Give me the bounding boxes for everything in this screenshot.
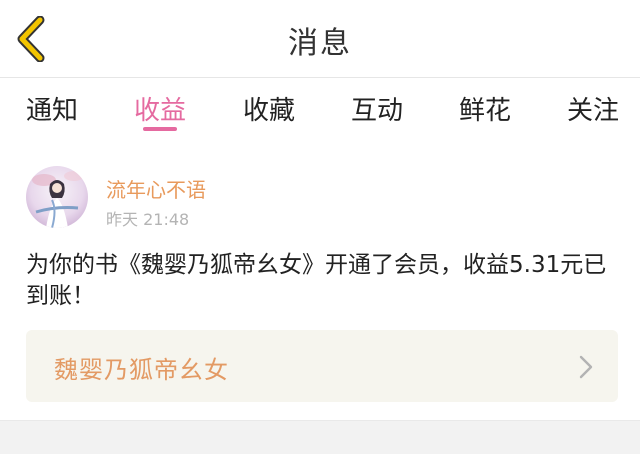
active-tab-indicator — [143, 127, 177, 131]
top-bar: 消息 — [0, 0, 640, 78]
tab-interactions[interactable]: 互动 — [351, 90, 403, 127]
tab-bar: 通知 收益 收藏 互动 鲜花 关注 — [0, 78, 640, 136]
book-title: 魏婴乃狐帝幺女 — [54, 356, 229, 384]
tab-favorites[interactable]: 收藏 — [243, 90, 295, 127]
notification-card: 流年心不语 昨天 21:48 为你的书《魏婴乃狐帝幺女》开通了会员，收益5.31… — [0, 136, 640, 420]
book-link[interactable]: 魏婴乃狐帝幺女 — [26, 330, 618, 402]
tab-following[interactable]: 关注 — [567, 90, 619, 127]
avatar[interactable] — [26, 166, 88, 228]
sender-name[interactable]: 流年心不语 — [106, 174, 206, 203]
tab-earnings[interactable]: 收益 — [134, 90, 186, 127]
page-title: 消息 — [288, 26, 352, 61]
chevron-right-icon — [579, 355, 593, 379]
tab-flowers[interactable]: 鲜花 — [459, 90, 511, 127]
tab-notice[interactable]: 通知 — [26, 90, 78, 127]
list-separator — [0, 420, 640, 454]
message-text: 为你的书《魏婴乃狐帝幺女》开通了会员，收益5.31元已到账！ — [26, 252, 607, 309]
timestamp: 昨天 21:48 — [106, 210, 190, 229]
